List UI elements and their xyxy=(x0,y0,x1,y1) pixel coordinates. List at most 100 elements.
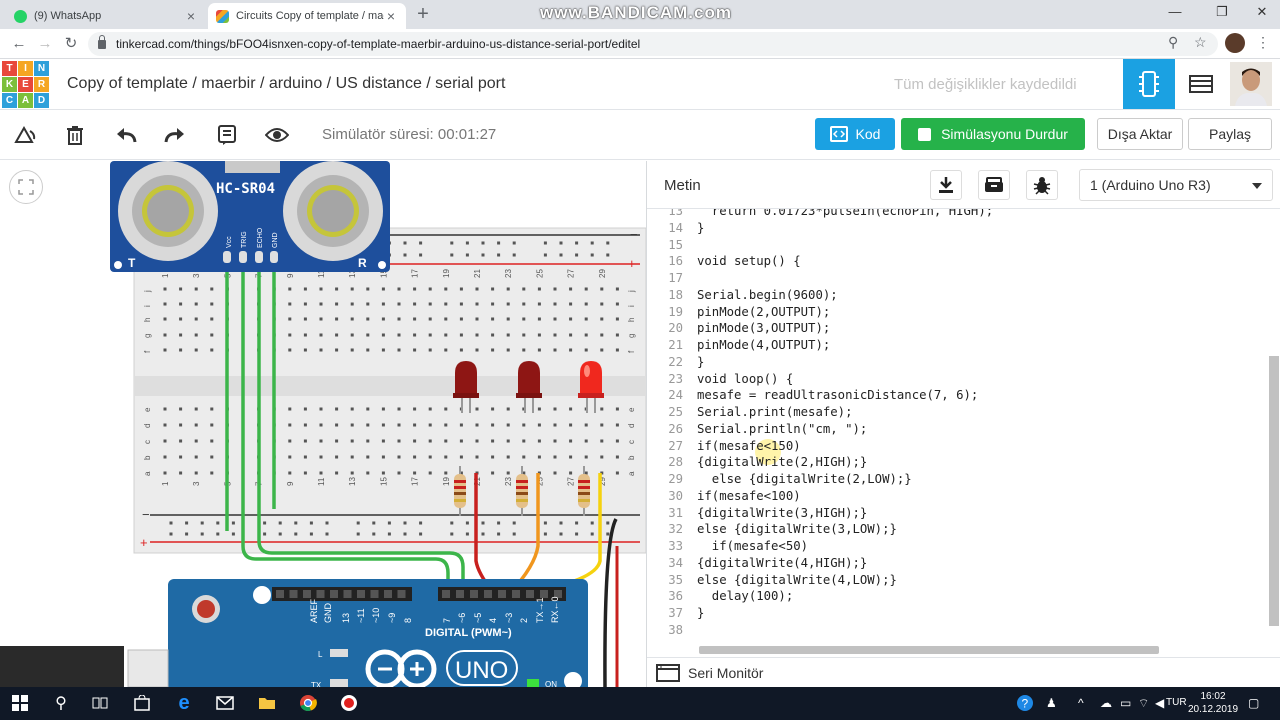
breadboard-hole[interactable] xyxy=(413,407,417,411)
breadboard-hole[interactable] xyxy=(569,333,573,337)
breadboard-hole[interactable] xyxy=(428,348,432,352)
code-line[interactable]: 38 xyxy=(647,622,1267,639)
rail-hole[interactable] xyxy=(231,532,235,536)
rail-hole[interactable] xyxy=(497,532,501,536)
rail-hole[interactable] xyxy=(200,521,204,525)
editor-mode-label[interactable]: Metin xyxy=(664,177,701,194)
breadboard-hole[interactable] xyxy=(397,439,401,443)
rail-hole[interactable] xyxy=(387,532,391,536)
rail-hole[interactable] xyxy=(590,253,594,257)
breadboard-hole[interactable] xyxy=(553,348,557,352)
breadboard-hole[interactable] xyxy=(522,455,526,459)
breadboard-hole[interactable] xyxy=(319,407,323,411)
code-line[interactable]: 30 if(mesafe<100) xyxy=(647,488,1267,505)
breadboard-hole[interactable] xyxy=(303,423,307,427)
rail-hole[interactable] xyxy=(231,521,235,525)
breadboard-hole[interactable] xyxy=(553,287,557,291)
breadboard-hole[interactable] xyxy=(319,287,323,291)
rail-hole[interactable] xyxy=(263,521,267,525)
stop-simulation-button[interactable]: Simülasyonu Durdur xyxy=(901,118,1085,150)
breadboard-hole[interactable] xyxy=(584,423,588,427)
breadboard-hole[interactable] xyxy=(537,423,541,427)
breadboard-hole[interactable] xyxy=(569,455,573,459)
breadboard-hole[interactable] xyxy=(288,317,292,321)
circuit-canvas[interactable]: − + − + 1 1 3 3 5 5 7 7 9 9 11 11 13 13 15 15 17 17 19 19 21… xyxy=(0,161,646,687)
rail-hole[interactable] xyxy=(450,521,454,525)
breadboard-hole[interactable] xyxy=(350,455,354,459)
breadboard-hole[interactable] xyxy=(366,317,370,321)
breadboard-hole[interactable] xyxy=(288,407,292,411)
network-icon[interactable]: ⌔ xyxy=(1138,696,1149,711)
breadboard-hole[interactable] xyxy=(537,287,541,291)
code-line[interactable]: 34 {digitalWrite(4,HIGH);} xyxy=(647,555,1267,572)
breadboard-hole[interactable] xyxy=(303,439,307,443)
visibility-eye-icon[interactable] xyxy=(264,123,290,147)
header-pin[interactable] xyxy=(276,590,284,598)
breadboard-hole[interactable] xyxy=(491,439,495,443)
breadboard-hole[interactable] xyxy=(537,333,541,337)
breadboard-hole[interactable] xyxy=(350,423,354,427)
breadboard-hole[interactable] xyxy=(444,302,448,306)
breadboard-hole[interactable] xyxy=(522,333,526,337)
breadboard-hole[interactable] xyxy=(537,439,541,443)
breadboard-hole[interactable] xyxy=(491,423,495,427)
breadboard-hole[interactable] xyxy=(210,317,214,321)
breadboard-hole[interactable] xyxy=(413,333,417,337)
breadboard-hole[interactable] xyxy=(600,407,604,411)
serial-monitor-bar[interactable]: Seri Monitör xyxy=(647,657,1280,687)
breadboard-hole[interactable] xyxy=(522,302,526,306)
breadboard-hole[interactable] xyxy=(428,423,432,427)
breadboard-hole[interactable] xyxy=(615,455,619,459)
code-line[interactable]: 14} xyxy=(647,220,1267,237)
breadboard-hole[interactable] xyxy=(319,333,323,337)
breadboard-hole[interactable] xyxy=(366,439,370,443)
breadboard-hole[interactable] xyxy=(615,302,619,306)
breadboard-hole[interactable] xyxy=(288,302,292,306)
rail-hole[interactable] xyxy=(559,253,563,257)
breadboard-hole[interactable] xyxy=(459,439,463,443)
rail-hole[interactable] xyxy=(465,521,469,525)
rail-hole[interactable] xyxy=(606,521,610,525)
new-tab-button[interactable]: + xyxy=(412,3,434,25)
breadboard-hole[interactable] xyxy=(600,287,604,291)
breadboard-hole[interactable] xyxy=(444,317,448,321)
breadboard-hole[interactable] xyxy=(553,302,557,306)
breadboard-hole[interactable] xyxy=(179,407,183,411)
breadboard-hole[interactable] xyxy=(303,455,307,459)
breadboard-hole[interactable] xyxy=(397,471,401,475)
arduino-uno-board[interactable]: AREF GND 13 ~11 ~10 ~9 8 7 ~6 ~5 4 ~3 2 TX→1 RX←0 DIGI… xyxy=(168,579,588,687)
rail-hole[interactable] xyxy=(575,532,579,536)
code-button[interactable]: Kod xyxy=(815,118,895,150)
breadboard-hole[interactable] xyxy=(163,439,167,443)
rail-hole[interactable] xyxy=(450,253,454,257)
rail-hole[interactable] xyxy=(575,521,579,525)
chrome-icon[interactable] xyxy=(297,692,319,714)
header-pin[interactable] xyxy=(303,590,311,598)
breadboard-hole[interactable] xyxy=(459,317,463,321)
breadboard-hole[interactable] xyxy=(381,348,385,352)
mail-icon[interactable] xyxy=(214,692,236,714)
breadboard-hole[interactable] xyxy=(350,471,354,475)
breadboard-hole[interactable] xyxy=(475,455,479,459)
notes-icon[interactable] xyxy=(214,123,240,147)
breadboard-hole[interactable] xyxy=(413,302,417,306)
breadboard-hole[interactable] xyxy=(506,302,510,306)
breadboard-hole[interactable] xyxy=(522,439,526,443)
breadboard-hole[interactable] xyxy=(163,455,167,459)
breadboard-hole[interactable] xyxy=(397,317,401,321)
breadboard-hole[interactable] xyxy=(475,439,479,443)
breadboard-hole[interactable] xyxy=(210,348,214,352)
breadboard-hole[interactable] xyxy=(569,317,573,321)
breadboard-hole[interactable] xyxy=(366,302,370,306)
header-pin[interactable] xyxy=(470,590,478,598)
breadboard-hole[interactable] xyxy=(584,287,588,291)
breadboard-hole[interactable] xyxy=(506,423,510,427)
breadboard-hole[interactable] xyxy=(413,423,417,427)
code-line[interactable]: 36 delay(100); xyxy=(647,588,1267,605)
breadboard-hole[interactable] xyxy=(615,348,619,352)
breadboard-hole[interactable] xyxy=(179,302,183,306)
breadboard-hole[interactable] xyxy=(569,302,573,306)
breadboard-hole[interactable] xyxy=(350,348,354,352)
header-pin[interactable] xyxy=(330,590,338,598)
breadboard-hole[interactable] xyxy=(475,287,479,291)
